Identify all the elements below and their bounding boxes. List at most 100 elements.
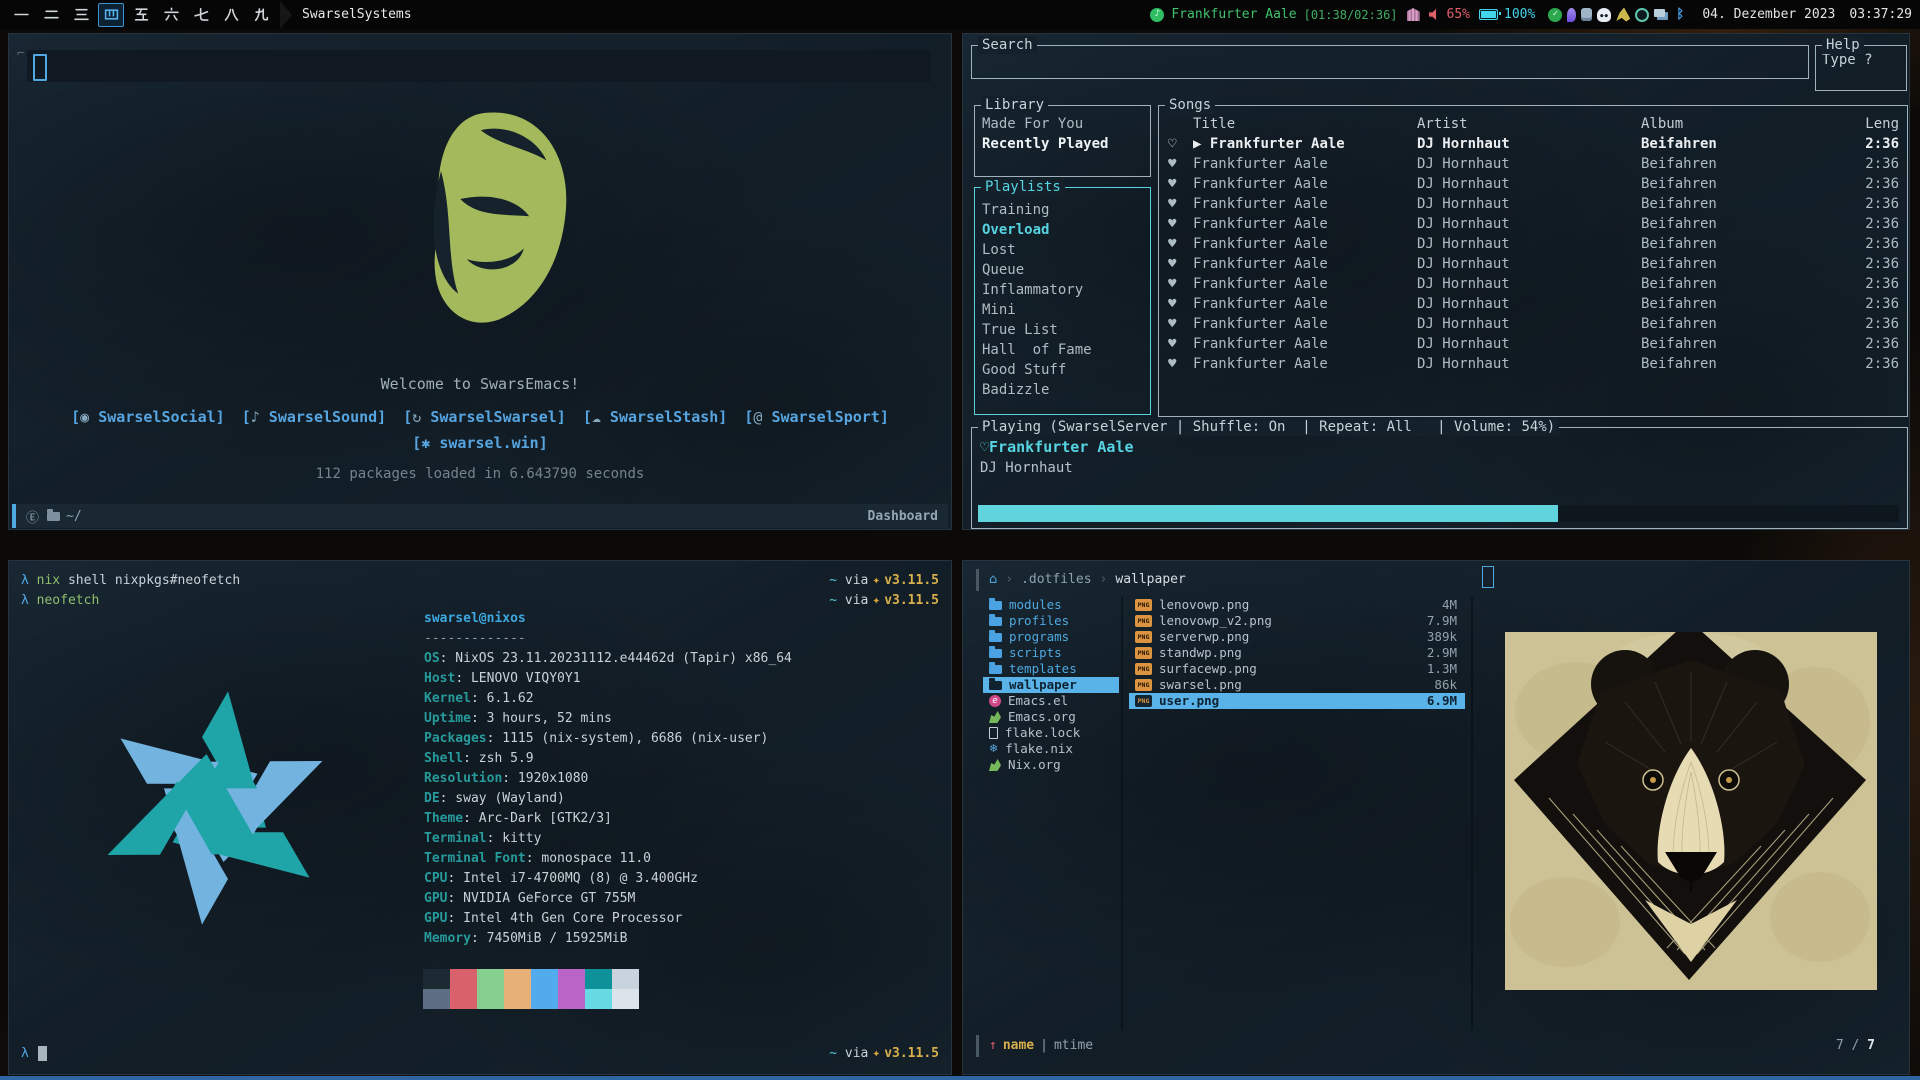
- search-box[interactable]: Search: [971, 45, 1809, 79]
- workspace-button[interactable]: [158, 3, 184, 27]
- now-playing-module[interactable]: ♪ Frankfurter Aale [01:38/02:36]: [1150, 7, 1397, 22]
- directory-row[interactable]: templates: [983, 661, 1119, 677]
- directory-row[interactable]: profiles: [983, 613, 1119, 629]
- directory-row[interactable]: programs: [983, 629, 1119, 645]
- column-length[interactable]: Leng: [1851, 114, 1907, 134]
- song-album: Beifahren: [1641, 274, 1851, 294]
- workspace-button[interactable]: [188, 3, 214, 27]
- heart-filled-icon[interactable]: ♥: [1159, 294, 1193, 314]
- song-row[interactable]: ♥Frankfurter AaleDJ HornhautBeifahren2:3…: [1159, 334, 1907, 354]
- heart-filled-icon[interactable]: ♥: [1159, 174, 1193, 194]
- song-row[interactable]: ♥Frankfurter AaleDJ HornhautBeifahren2:3…: [1159, 354, 1907, 374]
- song-row[interactable]: ♥Frankfurter AaleDJ HornhautBeifahren2:3…: [1159, 294, 1907, 314]
- heart-filled-icon[interactable]: ♥: [1159, 254, 1193, 274]
- playlist-item[interactable]: Queue: [975, 260, 1150, 280]
- playlist-item[interactable]: Overload: [975, 220, 1150, 240]
- keepass-icon[interactable]: [1581, 8, 1592, 21]
- breadcrumb-dotfiles[interactable]: .dotfiles: [1021, 569, 1091, 591]
- file-row[interactable]: Nix.org: [983, 757, 1119, 773]
- displays-icon[interactable]: [1654, 9, 1665, 17]
- playlist-item[interactable]: Mini: [975, 300, 1150, 320]
- playlist-item[interactable]: Training: [975, 200, 1150, 220]
- dashboard-link-swarselsound[interactable]: [♪ SwarselSound]: [242, 408, 387, 426]
- heart-filled-icon[interactable]: ♥: [1159, 154, 1193, 174]
- syncthing-icon[interactable]: [1635, 8, 1649, 22]
- dashboard-header-line[interactable]: [27, 50, 931, 82]
- song-row[interactable]: ♥Frankfurter AaleDJ HornhautBeifahren2:3…: [1159, 254, 1907, 274]
- image-file-row[interactable]: PNGstandwp.png2.9M: [1129, 645, 1465, 661]
- library-item[interactable]: Recently Played: [975, 134, 1150, 154]
- search-box-label: Search: [978, 36, 1037, 54]
- file-row[interactable]: ❄flake.nix: [983, 741, 1119, 757]
- file-row[interactable]: eEmacs.el: [983, 693, 1119, 709]
- image-file-row[interactable]: PNGuser.png6.9M: [1129, 693, 1465, 709]
- volume-module[interactable]: 65%: [1429, 7, 1470, 22]
- song-row[interactable]: ♥Frankfurter AaleDJ HornhautBeifahren2:3…: [1159, 314, 1907, 334]
- directory-row[interactable]: wallpaper: [983, 677, 1119, 693]
- dashboard-link-swarselsport[interactable]: [@ SwarselSport]: [744, 408, 889, 426]
- heart-filled-icon[interactable]: ♥: [1159, 234, 1193, 254]
- playlist-item[interactable]: Lost: [975, 240, 1150, 260]
- checkmark-icon[interactable]: ✓: [1548, 8, 1562, 22]
- heart-filled-icon[interactable]: ♥: [1159, 334, 1193, 354]
- heart-filled-icon[interactable]: ♥: [1159, 194, 1193, 214]
- heart-filled-icon[interactable]: ♥: [1159, 314, 1193, 334]
- song-row[interactable]: ♥Frankfurter AaleDJ HornhautBeifahren2:3…: [1159, 214, 1907, 234]
- workspace-button[interactable]: [218, 3, 244, 27]
- heart-filled-icon[interactable]: ♥: [1159, 274, 1193, 294]
- vpn-icon[interactable]: [1567, 8, 1576, 22]
- playlist-item[interactable]: Good Stuff: [975, 360, 1150, 380]
- dashboard-link-swarselstash[interactable]: [☁ SwarselStash]: [583, 408, 728, 426]
- sort-field-name[interactable]: name: [1003, 1035, 1034, 1057]
- battery-module[interactable]: 100%: [1479, 7, 1535, 22]
- sort-divider: |: [1040, 1035, 1048, 1057]
- heart-filled-icon[interactable]: ♥: [1159, 214, 1193, 234]
- song-row-playing[interactable]: ♡▶ Frankfurter AaleDJ HornhautBeifahren2…: [1159, 134, 1907, 154]
- shell-prompt-line[interactable]: λ ~ via✦v3.11.5: [21, 1044, 939, 1064]
- discord-icon[interactable]: [1597, 8, 1611, 22]
- column-album[interactable]: Album: [1641, 114, 1851, 134]
- workspace-button[interactable]: [38, 3, 64, 27]
- dashboard-link-swarsel-win[interactable]: [✱ swarsel.win]: [9, 434, 951, 452]
- heart-filled-icon[interactable]: ♥: [1159, 354, 1193, 374]
- directory-row[interactable]: scripts: [983, 645, 1119, 661]
- song-row[interactable]: ♥Frankfurter AaleDJ HornhautBeifahren2:3…: [1159, 154, 1907, 174]
- column-artist[interactable]: Artist: [1417, 114, 1641, 134]
- dashboard-link-swarselswarsel[interactable]: [↻ SwarselSwarsel]: [403, 408, 566, 426]
- playlist-item[interactable]: True List: [975, 320, 1150, 340]
- bluetooth-icon[interactable]: ᛒ: [1673, 8, 1687, 22]
- nicotine-icon[interactable]: [1616, 8, 1630, 22]
- workspace-button[interactable]: [128, 3, 154, 27]
- image-file-row[interactable]: PNGsurfacewp.png1.3M: [1129, 661, 1465, 677]
- file-row[interactable]: Emacs.org: [983, 709, 1119, 725]
- song-row[interactable]: ♥Frankfurter AaleDJ HornhautBeifahren2:3…: [1159, 274, 1907, 294]
- song-row[interactable]: ♥Frankfurter AaleDJ HornhautBeifahren2:3…: [1159, 174, 1907, 194]
- playlist-item[interactable]: Badizzle: [975, 380, 1150, 400]
- image-file-row[interactable]: PNGserverwp.png389k: [1129, 629, 1465, 645]
- column-title[interactable]: Title: [1193, 114, 1417, 134]
- home-icon[interactable]: ⌂: [989, 569, 997, 591]
- workspace-active[interactable]: [98, 3, 124, 27]
- breadcrumb-wallpaper[interactable]: wallpaper: [1115, 569, 1185, 591]
- song-row[interactable]: ♥Frankfurter AaleDJ HornhautBeifahren2:3…: [1159, 234, 1907, 254]
- playlist-item[interactable]: Hall of Fame: [975, 340, 1150, 360]
- library-item[interactable]: Made For You: [975, 114, 1150, 134]
- song-row[interactable]: ♥Frankfurter AaleDJ HornhautBeifahren2:3…: [1159, 194, 1907, 214]
- heart-outline-icon[interactable]: ♡: [1159, 134, 1193, 154]
- dashboard-link-swarselsocial[interactable]: [◉ SwarselSocial]: [71, 408, 225, 426]
- sort-ascending-icon[interactable]: ↑: [989, 1035, 997, 1057]
- heart-outline-icon[interactable]: ♡: [980, 438, 989, 456]
- progress-track[interactable]: [978, 505, 1899, 522]
- bank-icon[interactable]: [1407, 8, 1420, 21]
- workspace-button[interactable]: [68, 3, 94, 27]
- file-size: 7.9M: [1427, 613, 1465, 629]
- directory-row[interactable]: modules: [983, 597, 1119, 613]
- file-row[interactable]: flake.lock: [983, 725, 1119, 741]
- sort-field-mtime[interactable]: mtime: [1054, 1035, 1093, 1057]
- image-file-row[interactable]: PNGlenovowp_v2.png7.9M: [1129, 613, 1465, 629]
- image-file-row[interactable]: PNGlenovowp.png4M: [1129, 597, 1465, 613]
- workspace-button[interactable]: [248, 3, 274, 27]
- workspace-button[interactable]: [8, 3, 34, 27]
- playlist-item[interactable]: Inflammatory: [975, 280, 1150, 300]
- image-file-row[interactable]: PNGswarsel.png86k: [1129, 677, 1465, 693]
